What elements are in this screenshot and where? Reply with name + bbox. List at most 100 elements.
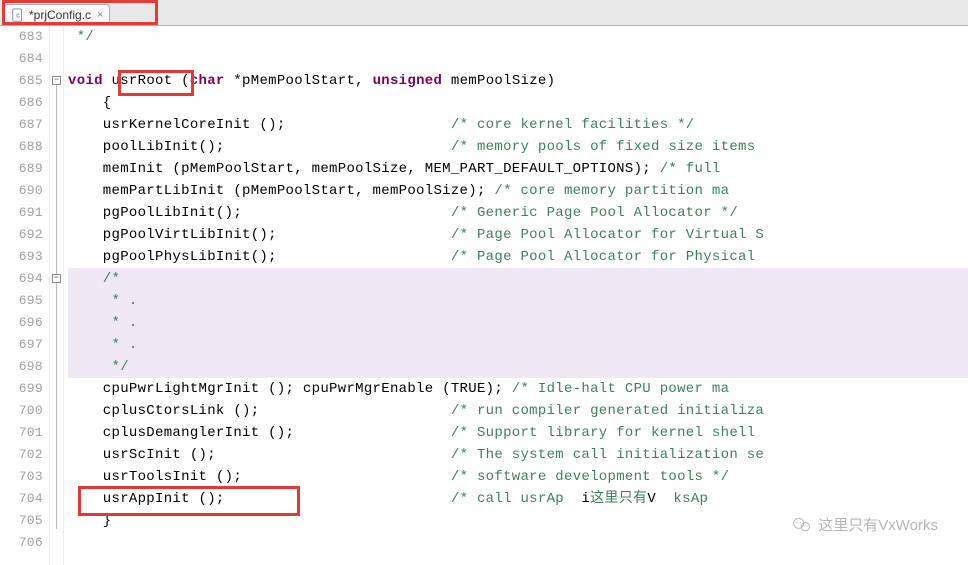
code-token: memPoolSize) [442,73,555,89]
close-icon[interactable]: × [97,9,103,21]
code-line[interactable] [68,48,968,70]
comment-token: * . [68,337,138,353]
comment-token: /* memory pools of fixed size items [451,139,756,155]
code-token: poolLibInit(); [68,139,451,155]
code-line[interactable]: usrScInit (); /* The system call initial… [68,444,968,466]
line-number: 702 [0,444,43,466]
code-token: cplusDemanglerInit (); [68,425,451,441]
comment-token: /* core kernel facilities */ [451,117,695,133]
comment-token: * . [68,315,138,331]
comment-token: /* Support library for kernel shell [451,425,764,441]
code-line[interactable]: { [68,92,968,114]
c-file-icon: c [11,8,25,22]
line-number: 694 [0,268,43,290]
comment-token: /* Idle-halt CPU power ma [512,381,730,397]
comment-token: /* The system call initialization se [451,447,764,463]
code-line[interactable]: usrAppInit (); /* call usrAp i这里只有V ksAp [68,488,968,510]
code-line[interactable]: */ [68,26,968,48]
line-number: 705 [0,510,43,532]
fold-toggle-icon[interactable]: − [52,274,61,283]
keyword-token: void [68,73,103,89]
code-token: i [564,491,590,507]
code-token: V [647,491,656,507]
line-number: 699 [0,378,43,400]
code-token: pgPoolPhysLibInit(); [68,249,451,265]
line-number-gutter: 6836846856866876886896906916926936946956… [0,26,50,565]
line-number: 688 [0,136,43,158]
comment-token: */ [68,29,94,45]
code-line[interactable]: * . [68,312,968,334]
editor-tab[interactable]: c *prjConfig.c × [4,4,110,25]
comment-token: /* software development tools */ [451,469,729,485]
tab-filename: *prjConfig.c [29,8,91,22]
code-line[interactable]: memPartLibInit (pMemPoolStart, memPoolSi… [68,180,968,202]
code-token: usrRoot ( [103,73,190,89]
code-editor[interactable]: 6836846856866876886896906916926936946956… [0,26,968,565]
code-token: pgPoolVirtLibInit(); [68,227,451,243]
line-number: 706 [0,532,43,554]
code-line[interactable]: cpuPwrLightMgrInit (); cpuPwrMgrEnable (… [68,378,968,400]
svg-text:c: c [16,13,20,20]
comment-token: /* run compiler generated initializa [451,403,764,419]
code-token: cpuPwrLightMgrInit (); cpuPwrMgrEnable (… [68,381,512,397]
comment-token: /* core memory partition ma [494,183,729,199]
code-line[interactable]: cplusCtorsLink (); /* run compiler gener… [68,400,968,422]
line-number: 695 [0,290,43,312]
comment-token: /* Page Pool Allocator for Physical [451,249,764,265]
code-line[interactable]: } [68,510,968,532]
line-number: 700 [0,400,43,422]
comment-token: /* full [660,161,721,177]
line-number: 687 [0,114,43,136]
code-line[interactable]: pgPoolLibInit(); /* Generic Page Pool Al… [68,202,968,224]
fold-strip: −− [50,26,64,565]
code-area[interactable]: */ void usrRoot (char *pMemPoolStart, uns… [64,26,968,565]
code-token: usrScInit (); [68,447,451,463]
code-line[interactable]: /* [68,268,968,290]
comment-token: /* [68,271,120,287]
code-line[interactable]: usrKernelCoreInit (); /* core kernel fac… [68,114,968,136]
code-token: memInit (pMemPoolStart, memPoolSize, MEM… [68,161,660,177]
code-token: cplusCtorsLink (); [68,403,451,419]
line-number: 691 [0,202,43,224]
line-number: 684 [0,48,43,70]
fold-guide [56,85,57,529]
line-number: 704 [0,488,43,510]
code-line[interactable] [68,532,968,554]
code-line[interactable]: * . [68,290,968,312]
code-token: pgPoolLibInit(); [68,205,451,221]
comment-token: * . [68,293,138,309]
code-line[interactable]: poolLibInit(); /* memory pools of fixed … [68,136,968,158]
line-number: 693 [0,246,43,268]
line-number: 690 [0,180,43,202]
comment-token: /* Page Pool Allocator for Virtual S [451,227,764,243]
fold-toggle-icon[interactable]: − [52,76,61,85]
keyword-token: char [190,73,225,89]
code-token: *pMemPoolStart, [225,73,373,89]
code-line[interactable]: memInit (pMemPoolStart, memPoolSize, MEM… [68,158,968,180]
line-number: 701 [0,422,43,444]
code-token: usrKernelCoreInit (); [68,117,451,133]
code-line[interactable]: cplusDemanglerInit (); /* Support librar… [68,422,968,444]
code-token: memPartLibInit (pMemPoolStart, memPoolSi… [68,183,494,199]
code-line[interactable]: */ [68,356,968,378]
code-line[interactable]: * . [68,334,968,356]
line-number: 698 [0,356,43,378]
code-token: { [68,95,112,111]
comment-token: */ [68,359,129,375]
line-number: 703 [0,466,43,488]
keyword-token: unsigned [373,73,443,89]
line-number: 689 [0,158,43,180]
code-token: } [68,513,112,529]
code-line[interactable]: pgPoolPhysLibInit(); /* Page Pool Alloca… [68,246,968,268]
line-number: 697 [0,334,43,356]
code-line[interactable]: void usrRoot (char *pMemPoolStart, unsig… [68,70,968,92]
code-line[interactable]: pgPoolVirtLibInit(); /* Page Pool Alloca… [68,224,968,246]
comment-token: /* call usrAp [451,491,564,507]
line-number: 683 [0,26,43,48]
code-line[interactable]: usrToolsInit (); /* software development… [68,466,968,488]
line-number: 696 [0,312,43,334]
comment-token: /* Generic Page Pool Allocator */ [451,205,738,221]
line-number: 692 [0,224,43,246]
comment-token: ksAp [673,491,708,507]
line-number: 685 [0,70,43,92]
